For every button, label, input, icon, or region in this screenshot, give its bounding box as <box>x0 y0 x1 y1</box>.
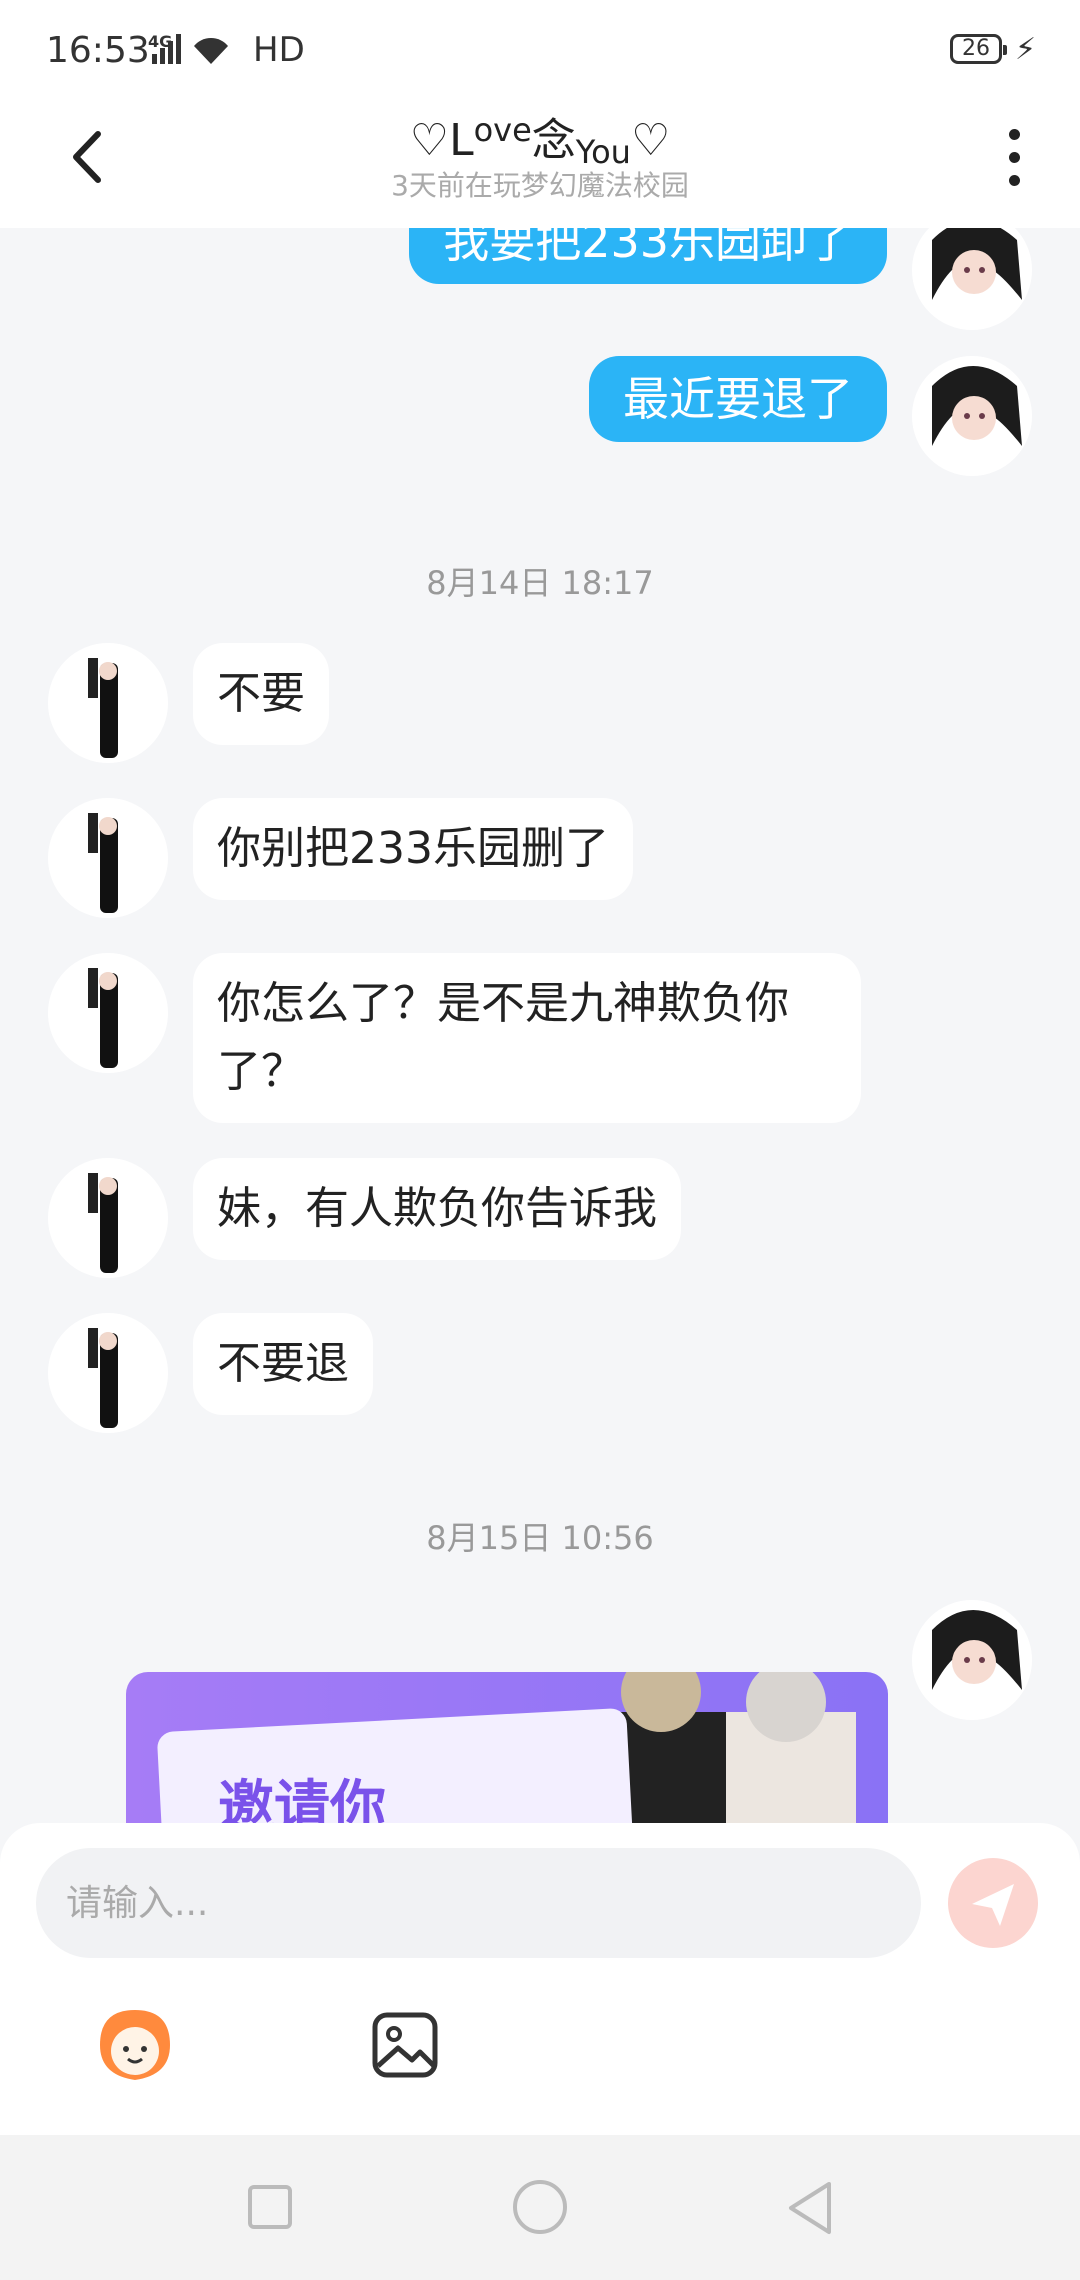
chat-messages[interactable]: 我要把233乐园卸了 最近要退了 8月14日 18:17 不要 你别把233乐园… <box>0 228 1080 1823</box>
contact-message-bubble[interactable]: 你别把233乐园删了 <box>193 798 633 900</box>
timestamp: 8月14日 18:17 <box>426 564 654 602</box>
message-text: 你别把233乐园删了 <box>217 823 609 874</box>
recent-apps-button[interactable] <box>248 2185 292 2229</box>
title-heart-left: ♡ <box>409 115 450 166</box>
contact-message-bubble[interactable]: 你怎么了？是不是九神欺负你了？ <box>193 953 861 1123</box>
timestamp: 8月15日 10:56 <box>426 1519 654 1557</box>
my-avatar[interactable] <box>912 356 1032 476</box>
message-text: 你怎么了？是不是九神欺负你了？ <box>217 978 789 1097</box>
contact-avatar[interactable] <box>48 798 168 918</box>
image-icon <box>372 2012 438 2078</box>
contact-message-bubble[interactable]: 妹，有人欺负你告诉我 <box>193 1158 681 1260</box>
chat-title: ♡Love念You♡ <box>0 104 1080 171</box>
title-nian: 念 <box>531 115 576 166</box>
more-button[interactable] <box>1000 125 1030 189</box>
my-message-bubble[interactable]: 我要把233乐园卸了 <box>409 228 887 284</box>
contact-message-bubble[interactable]: 不要退 <box>193 1313 373 1415</box>
hd-indicator: HD <box>253 30 305 70</box>
emoji-mascot-icon <box>100 2010 170 2080</box>
my-message-bubble[interactable]: 最近要退了 <box>589 356 887 442</box>
message-text: 最近要退了 <box>623 372 853 426</box>
message-text: 我要把233乐园卸了 <box>443 228 853 268</box>
send-icon <box>972 1884 1014 1926</box>
contact-avatar[interactable] <box>48 953 168 1073</box>
my-avatar[interactable] <box>912 228 1032 330</box>
title-ove: ove <box>473 111 532 149</box>
message-text: 妹，有人欺负你告诉我 <box>217 1183 657 1234</box>
image-button[interactable] <box>370 2010 440 2080</box>
home-button[interactable] <box>513 2180 567 2234</box>
status-time: 16:53 <box>46 30 150 71</box>
message-text: 不要退 <box>217 1338 349 1389</box>
nav-back-button[interactable] <box>785 2180 835 2236</box>
contact-avatar[interactable] <box>48 643 168 763</box>
emoji-button[interactable] <box>90 2005 180 2085</box>
send-button[interactable] <box>948 1858 1038 1948</box>
battery-icon: 26 <box>950 34 1007 64</box>
title-heart-right: ♡ <box>630 115 671 166</box>
message-text: 不要 <box>217 668 305 719</box>
contact-avatar[interactable] <box>48 1158 168 1278</box>
message-input[interactable] <box>36 1848 921 1958</box>
chat-subtitle: 3天前在玩梦幻魔法校园 <box>391 169 689 202</box>
title-l: L <box>449 115 474 166</box>
charging-icon: ⚡ <box>1015 32 1037 67</box>
contact-message-bubble[interactable]: 不要 <box>193 643 329 745</box>
my-avatar[interactable] <box>912 1600 1032 1720</box>
contact-avatar[interactable] <box>48 1313 168 1433</box>
triangle-back-icon <box>789 2182 831 2234</box>
